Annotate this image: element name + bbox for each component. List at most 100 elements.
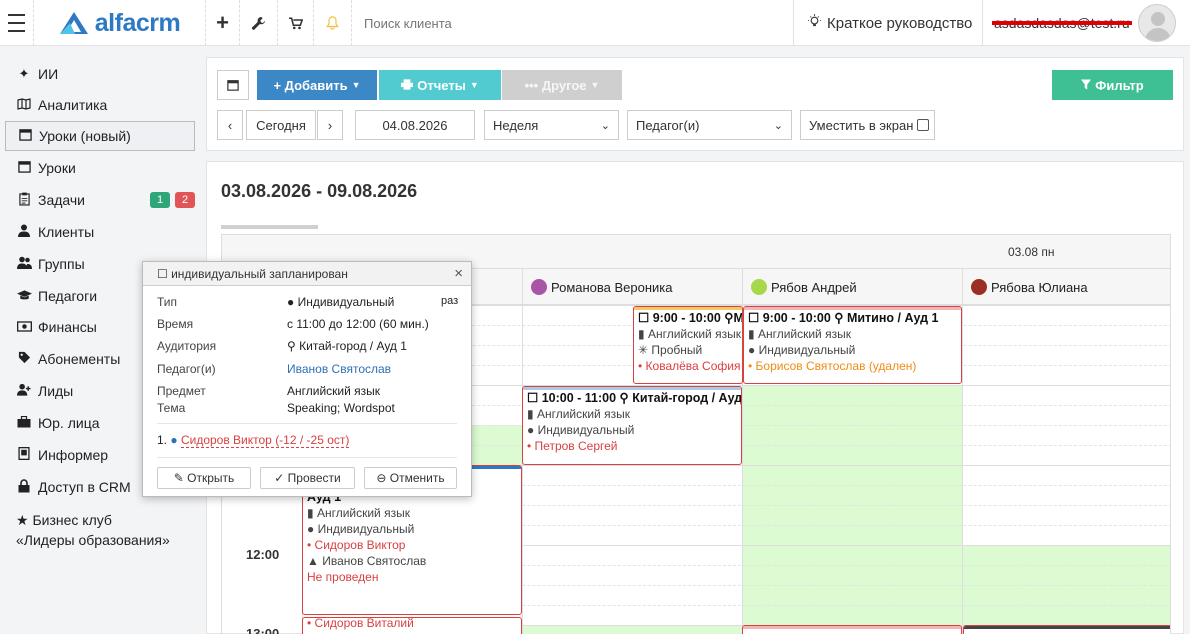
club-line-1: Бизнес клуб	[32, 512, 112, 528]
lesson-client[interactable]: Сидоров Виталий	[315, 618, 414, 630]
popup-row-subject: Предмет Английский язык	[157, 384, 467, 400]
conduct-button[interactable]: ✓ Провести	[260, 467, 355, 489]
calendar-button[interactable]	[217, 70, 249, 100]
open-button[interactable]: ✎ Открыть	[157, 467, 251, 489]
lesson-client[interactable]: Петров Сергей	[535, 439, 618, 453]
add-label: Добавить	[284, 77, 348, 93]
club-line-2: «Лидеры образования»	[16, 532, 170, 548]
fit-to-screen-toggle[interactable]: Уместить в экран	[800, 110, 935, 140]
menu-icon[interactable]	[0, 0, 34, 46]
lesson-card[interactable]: ☐ 10:00 - 11:00 ⚲ Китай-город / Ауд 3 ▮ …	[522, 386, 742, 465]
sidebar-item-label: Клиенты	[38, 224, 95, 240]
user-icon: ●	[307, 522, 315, 536]
cancel-button[interactable]: ⊖ Отменить	[364, 467, 457, 489]
book-icon: ▮	[748, 327, 755, 341]
book-icon: ▮	[307, 506, 314, 520]
lesson-client[interactable]: Борисов Святослав (удален)	[756, 359, 917, 373]
close-icon[interactable]: ×	[454, 265, 463, 282]
popup-student: 1. ● Сидоров Виктор (-12 / -25 ост)	[157, 433, 350, 448]
period-select[interactable]: Неделя ⌄	[484, 110, 619, 140]
range-title: 03.08.2026 - 09.08.2026	[221, 181, 418, 201]
popup-row-room: Аудитория ⚲ Китай-город / Ауд 1	[157, 339, 467, 355]
lesson-card[interactable]: ☐ 9:00 - 10:00 ⚲М ▮ Английский язык ✳ Пр…	[633, 306, 743, 384]
fit-checkbox[interactable]	[917, 119, 930, 131]
sidebar-item-tasks[interactable]: Задачи 1 2	[5, 185, 195, 215]
resource-ryabov[interactable]: Рябов Андрей	[742, 269, 962, 305]
user-email: asdasdasdas@test.ru	[992, 15, 1132, 31]
other-button[interactable]: ••• Другое ▼	[502, 70, 622, 100]
checkbox-icon: ☐	[527, 391, 539, 405]
lesson-card[interactable]: • Сидоров Виталий	[302, 617, 522, 634]
sidebar-item-ai[interactable]: ✦ ИИ	[5, 59, 195, 89]
popup-value: Speaking; Wordspot	[287, 401, 395, 415]
availability-block	[742, 386, 962, 634]
reports-button[interactable]: Отчеты ▼	[379, 70, 501, 100]
star-icon: ★	[16, 512, 29, 528]
popup-key: Тип	[157, 295, 178, 309]
lesson-client[interactable]: Ковалёва София	[646, 359, 741, 373]
wrench-icon[interactable]	[240, 0, 278, 46]
sidebar-item-label: Доступ в CRM	[38, 479, 131, 495]
lesson-client[interactable]: Сидоров Виктор	[315, 538, 406, 552]
filter-button[interactable]: Фильтр	[1052, 70, 1173, 100]
sidebar-item-label: Задачи	[38, 192, 86, 208]
lesson-subject: Английский язык	[757, 327, 851, 341]
popup-value: Английский язык	[287, 384, 381, 398]
cart-icon[interactable]	[278, 0, 314, 46]
guide-button[interactable]: Краткое руководство	[793, 0, 983, 46]
add-button[interactable]: + Добавить ▼	[257, 70, 377, 100]
tasks-badge-green[interactable]: 1	[150, 192, 170, 208]
calendar-icon	[17, 128, 33, 144]
search-input[interactable]	[364, 15, 664, 31]
briefcase-icon	[16, 415, 32, 431]
logo-text: alfacrm	[94, 8, 181, 37]
conduct-label: Провести	[287, 471, 341, 485]
lesson-subject: Английский язык	[536, 407, 630, 421]
clipboard-icon	[16, 192, 32, 209]
check-icon: ✓	[274, 471, 288, 485]
tasks-badge-red[interactable]: 2	[175, 192, 195, 208]
sidebar-item-lessons-new[interactable]: Уроки (новый)	[5, 121, 195, 151]
resource-name: Рябова Юлиана	[991, 279, 1088, 295]
prev-week-button[interactable]: ‹	[217, 110, 243, 140]
popup-header: ☐ индивидуальный запланирован ×	[143, 262, 471, 286]
lesson-teacher: Иванов Святослав	[322, 554, 427, 568]
sidebar-item-lessons[interactable]: Уроки	[5, 153, 195, 183]
sidebar-item-label: Информер	[38, 447, 109, 463]
guide-label: Краткое руководство	[827, 14, 973, 32]
lesson-card[interactable]: ☐ 9:00 - 10:00 ⚲ Митино / Ауд 1 ▮ Англий…	[743, 306, 962, 384]
popup-key: Педагог(и)	[157, 362, 216, 376]
next-week-button[interactable]: ›	[317, 110, 343, 140]
teacher-select[interactable]: Педагог(и) ⌄	[627, 110, 792, 140]
open-label: Открыть	[187, 471, 235, 485]
lesson-time: 9:00 - 10:00	[762, 311, 831, 325]
avatar-icon[interactable]	[1138, 4, 1176, 42]
resource-romanova[interactable]: Романова Вероника	[522, 269, 742, 305]
edit-icon: ✎	[173, 471, 188, 485]
bell-icon[interactable]	[314, 0, 352, 46]
toolbar-panel: + Добавить ▼ Отчеты ▼ ••• Другое ▼ Фильтр ‹…	[206, 57, 1184, 151]
time-label: 12:00	[246, 547, 280, 562]
filter-icon	[1081, 78, 1092, 93]
popup-row-type: Тип ● Индивидуальный раз	[157, 295, 467, 311]
time-label: 13:00	[246, 626, 280, 634]
student-link[interactable]: Сидоров Виктор (-12 / -25 ост)	[180, 433, 350, 448]
map-pin-icon: ⚲	[287, 339, 296, 353]
user-icon: ●	[287, 295, 295, 309]
plus-icon[interactable]: +	[206, 0, 240, 46]
lesson-subject: Английский язык	[647, 327, 741, 341]
popup-row-time: Время с 11:00 до 12:00 (60 мин.)	[157, 317, 467, 333]
business-club-link[interactable]: ★ Бизнес клуб «Лидеры образования»	[16, 510, 170, 550]
resource-ryabova[interactable]: Рябова Юлиана	[962, 269, 1170, 305]
sidebar-item-clients[interactable]: Клиенты	[5, 217, 195, 247]
lesson-card[interactable]	[963, 625, 1170, 634]
printer-icon	[401, 78, 414, 93]
logo[interactable]: alfacrm	[34, 0, 206, 46]
lesson-card[interactable]	[742, 625, 962, 634]
date-input[interactable]: 04.08.2026	[355, 110, 475, 140]
user-menu[interactable]: asdasdasdas@test.ru	[984, 0, 1190, 46]
today-button[interactable]: Сегодня	[246, 110, 316, 140]
popup-teacher-link[interactable]: Иванов Святослав	[287, 362, 391, 376]
sidebar-item-analytics[interactable]: Аналитика	[5, 90, 195, 120]
sidebar-item-label: Лиды	[38, 383, 74, 399]
